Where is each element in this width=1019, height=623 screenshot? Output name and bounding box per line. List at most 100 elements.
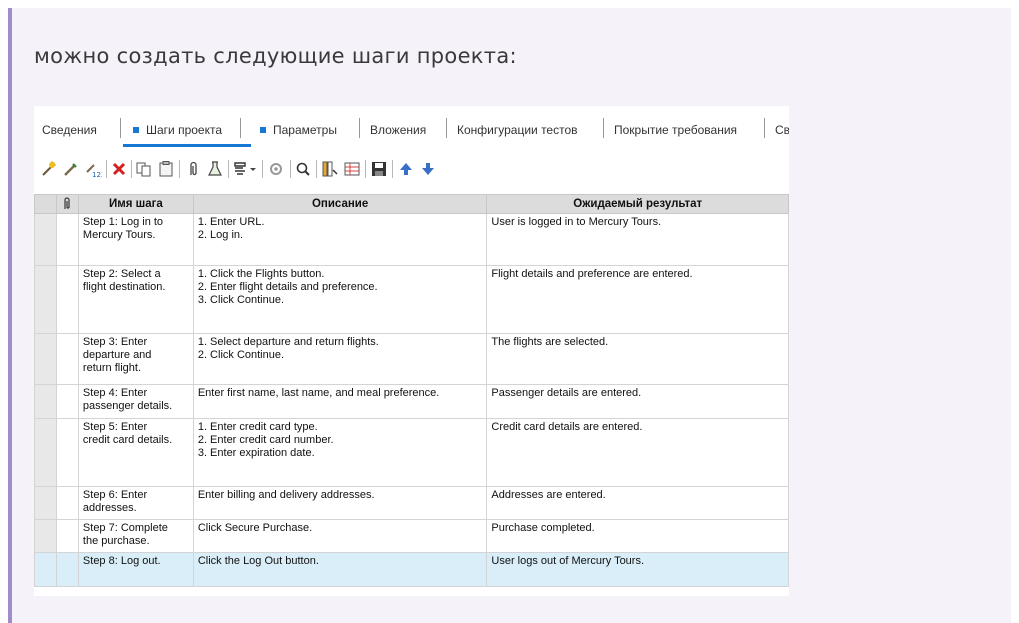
tab-label: Сведения bbox=[42, 123, 97, 137]
attachment-cell[interactable] bbox=[55, 486, 79, 520]
expected-result-cell[interactable]: Flight details and preference are entere… bbox=[486, 265, 789, 334]
description-cell[interactable]: Enter first name, last name, and meal pr… bbox=[192, 384, 488, 419]
cell-line: addresses. bbox=[82, 502, 137, 514]
attachment-cell[interactable] bbox=[55, 552, 79, 587]
cell-line: Step 4: Enter bbox=[82, 387, 148, 399]
row-selector[interactable] bbox=[34, 333, 57, 385]
description-cell[interactable]: 1. Select departure and return flights. 2… bbox=[192, 333, 488, 385]
row-selector[interactable] bbox=[34, 384, 57, 419]
tab-label: Параметры bbox=[273, 123, 337, 137]
step-name-cell[interactable]: Step 7: Complete the purchase. bbox=[77, 519, 194, 553]
dropdown-arrow-icon[interactable] bbox=[248, 160, 258, 178]
table-row[interactable]: Step 1: Log in to Mercury Tours. 1. Enter … bbox=[34, 213, 789, 266]
grid-filter-icon[interactable] bbox=[343, 160, 361, 178]
attachment-cell[interactable] bbox=[55, 384, 79, 419]
cell-line: Enter billing and delivery addresses. bbox=[197, 489, 375, 501]
cell-line: Step 6: Enter bbox=[82, 489, 148, 501]
tab-label: Покрытие требования bbox=[614, 123, 738, 137]
tab-overflow[interactable]: Св bbox=[775, 118, 789, 142]
description-cell[interactable]: 1. Enter URL. 2. Log in. bbox=[192, 213, 488, 266]
description-cell[interactable]: 1. Click the Flights button. 2. Enter fli… bbox=[192, 265, 488, 334]
expected-result-cell[interactable]: Passenger details are entered. bbox=[486, 384, 789, 419]
select-columns-icon[interactable] bbox=[321, 160, 339, 178]
step-name-cell[interactable]: Step 1: Log in to Mercury Tours. bbox=[77, 213, 194, 266]
row-selector[interactable] bbox=[34, 519, 57, 553]
row-selector[interactable] bbox=[34, 265, 57, 334]
expected-result-cell[interactable]: Credit card details are entered. bbox=[486, 418, 789, 487]
toolbar: 123 bbox=[34, 154, 789, 184]
alm-screenshot: Сведения Шаги проекта Параметры Вложения… bbox=[34, 106, 789, 596]
cell-line: 1. Enter credit card type. bbox=[197, 421, 318, 433]
expected-result-cell[interactable]: The flights are selected. bbox=[486, 333, 789, 385]
description-column-header[interactable]: Описание bbox=[192, 194, 488, 214]
step-name-cell[interactable]: Step 4: Enter passenger details. bbox=[77, 384, 194, 419]
new-step-icon[interactable] bbox=[40, 160, 58, 178]
tab-parameters[interactable]: Параметры bbox=[260, 118, 337, 142]
expected-result-cell[interactable]: User logs out of Mercury Tours. bbox=[486, 552, 789, 587]
tab-design-steps[interactable]: Шаги проекта bbox=[133, 118, 222, 142]
cell-line: Click Secure Purchase. bbox=[197, 522, 313, 534]
find-icon[interactable] bbox=[294, 160, 312, 178]
renumber-steps-icon[interactable]: 123 bbox=[84, 160, 102, 178]
step-name-column-header[interactable]: Имя шага bbox=[77, 194, 194, 214]
tab-test-configurations[interactable]: Конфигурации тестов bbox=[457, 118, 578, 142]
call-test-icon[interactable] bbox=[206, 160, 224, 178]
page-heading: можно создать следующие шаги проекта: bbox=[34, 44, 517, 68]
cell-line: 3. Enter expiration date. bbox=[197, 447, 315, 459]
description-cell[interactable]: Click the Log Out button. bbox=[192, 552, 488, 587]
cell-line: 1. Enter URL. bbox=[197, 216, 265, 228]
table-row[interactable]: Step 7: Complete the purchase. Click Secur… bbox=[34, 519, 789, 553]
description-cell[interactable]: 1. Enter credit card type. 2. Enter credi… bbox=[192, 418, 488, 487]
attachment-cell[interactable] bbox=[55, 213, 79, 266]
cell-line: 1. Select departure and return flights. bbox=[197, 336, 379, 348]
attachment-cell[interactable] bbox=[55, 418, 79, 487]
cell-line: flight destination. bbox=[82, 281, 166, 293]
step-name-cell[interactable]: Step 6: Enter addresses. bbox=[77, 486, 194, 520]
row-selector[interactable] bbox=[34, 418, 57, 487]
tab-details[interactable]: Сведения bbox=[42, 118, 97, 142]
expected-result-cell[interactable]: Purchase completed. bbox=[486, 519, 789, 553]
expected-result-cell[interactable]: Addresses are entered. bbox=[486, 486, 789, 520]
description-cell[interactable]: Enter billing and delivery addresses. bbox=[192, 486, 488, 520]
table-row[interactable]: Step 5: Enter credit card details. 1. Ente… bbox=[34, 418, 789, 487]
attachment-column-header[interactable] bbox=[55, 194, 79, 214]
copy-icon[interactable] bbox=[135, 160, 153, 178]
cell-line: User logs out of Mercury Tours. bbox=[491, 555, 645, 567]
move-up-icon[interactable] bbox=[397, 160, 415, 178]
toolbar-divider bbox=[392, 160, 393, 178]
toolbar-divider bbox=[228, 160, 229, 178]
paperclip-icon bbox=[64, 196, 71, 209]
table-row[interactable]: Step 3: Enter departure and return flight.… bbox=[34, 333, 789, 385]
attachment-cell[interactable] bbox=[55, 519, 79, 553]
tab-requirement-coverage[interactable]: Покрытие требования bbox=[614, 118, 737, 142]
description-cell[interactable]: Click Secure Purchase. bbox=[192, 519, 488, 553]
attachment-cell[interactable] bbox=[55, 333, 79, 385]
paste-icon[interactable] bbox=[157, 160, 175, 178]
table-row[interactable]: Step 8: Log out. Click the Log Out button… bbox=[34, 552, 789, 587]
table-row[interactable]: Step 2: Select a flight destination. 1. Cl… bbox=[34, 265, 789, 334]
parameter-icon[interactable] bbox=[267, 160, 285, 178]
edit-step-icon[interactable] bbox=[62, 160, 80, 178]
attachment-cell[interactable] bbox=[55, 265, 79, 334]
cell-line: Step 8: Log out. bbox=[82, 555, 161, 567]
expected-result-column-header[interactable]: Ожидаемый результат bbox=[486, 194, 789, 214]
step-name-cell[interactable]: Step 8: Log out. bbox=[77, 552, 194, 587]
move-down-icon[interactable] bbox=[419, 160, 437, 178]
step-name-cell[interactable]: Step 3: Enter departure and return flight. bbox=[77, 333, 194, 385]
table-row[interactable]: Step 6: Enter addresses. Enter billing and… bbox=[34, 486, 789, 520]
tab-attachments[interactable]: Вложения bbox=[370, 118, 426, 142]
row-selector[interactable] bbox=[34, 486, 57, 520]
cell-line: Flight details and preference are entere… bbox=[491, 268, 693, 280]
step-name-cell[interactable]: Step 5: Enter credit card details. bbox=[77, 418, 194, 487]
delete-icon[interactable] bbox=[110, 160, 128, 178]
row-selector[interactable] bbox=[34, 213, 57, 266]
attachment-icon[interactable] bbox=[184, 160, 202, 178]
step-name-cell[interactable]: Step 2: Select a flight destination. bbox=[77, 265, 194, 334]
cell-line: 1. Click the Flights button. bbox=[197, 268, 325, 280]
row-selector[interactable] bbox=[34, 552, 57, 587]
save-icon[interactable] bbox=[370, 160, 388, 178]
toolbar-divider bbox=[316, 160, 317, 178]
expected-result-cell[interactable]: User is logged in to Mercury Tours. bbox=[486, 213, 789, 266]
table-row[interactable]: Step 4: Enter passenger details. Enter fir… bbox=[34, 384, 789, 419]
cell-line: Step 7: Complete bbox=[82, 522, 168, 534]
